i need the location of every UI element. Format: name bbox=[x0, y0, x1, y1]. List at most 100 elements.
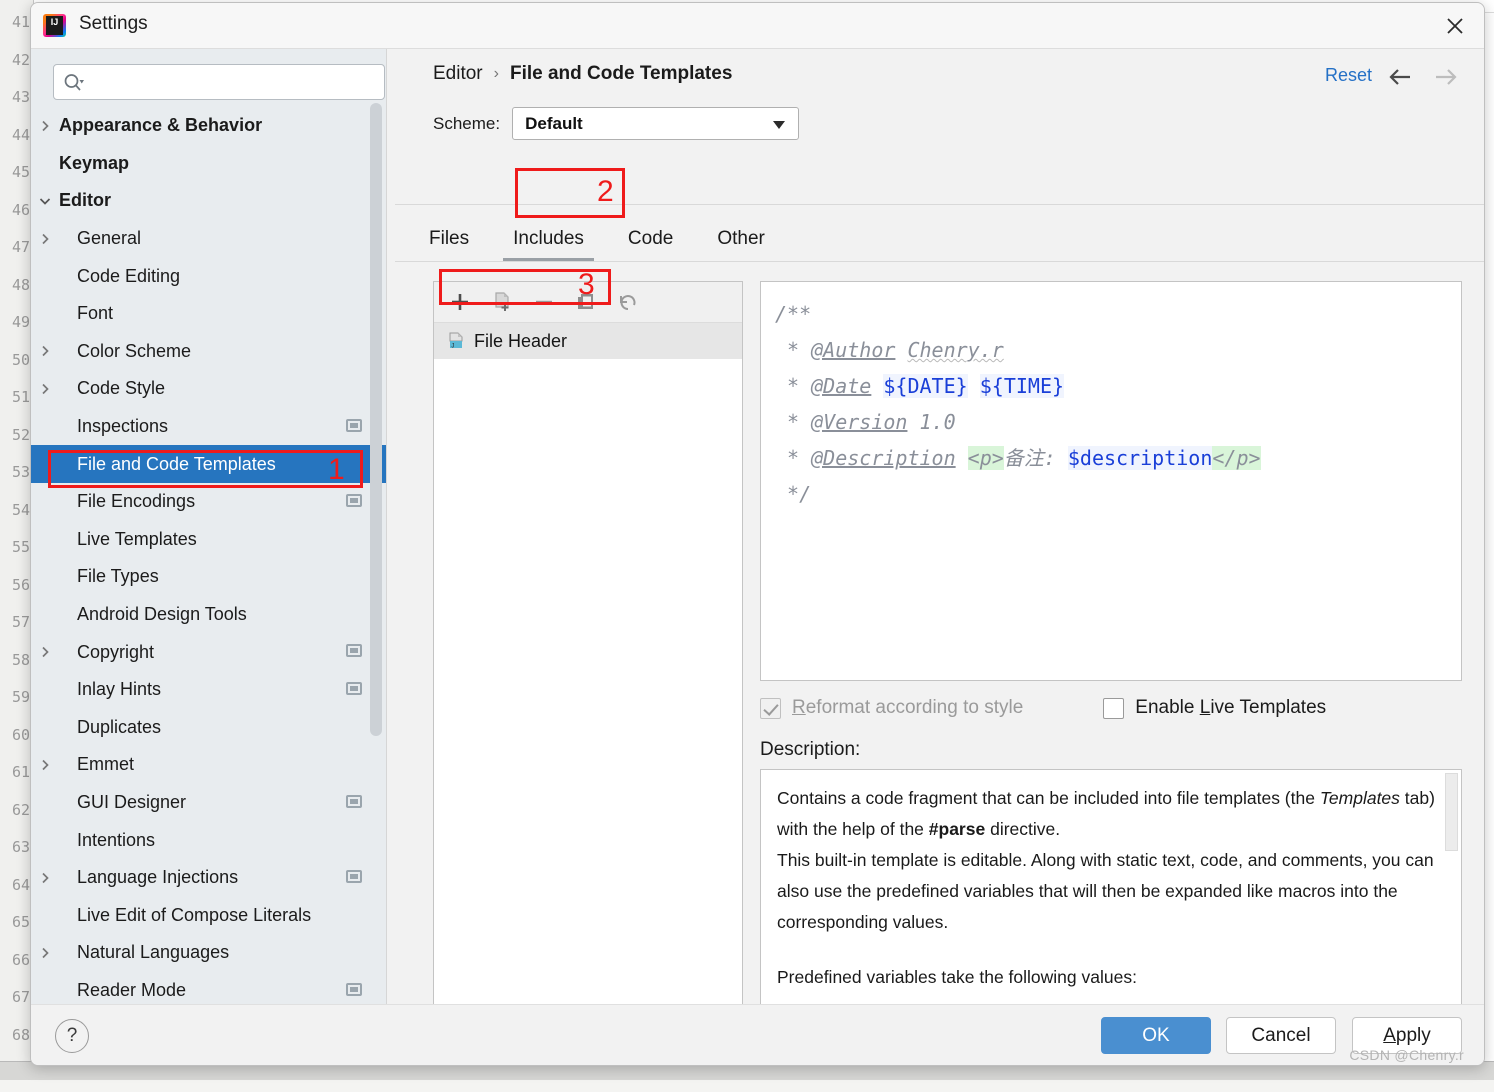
chevron-right-icon bbox=[37, 870, 53, 886]
scheme-select[interactable]: Default bbox=[512, 107, 799, 140]
sidebar-item-file-and-code-templates[interactable]: File and Code Templates bbox=[31, 445, 386, 483]
sidebar-item-natural-languages[interactable]: Natural Languages bbox=[31, 934, 386, 972]
backdrop-line-number: 66 bbox=[0, 942, 33, 980]
backdrop-line-number: 63 bbox=[0, 829, 33, 867]
sidebar-item-code-style[interactable]: Code Style bbox=[31, 370, 386, 408]
sidebar-item-copyright[interactable]: Copyright bbox=[31, 633, 386, 671]
sidebar-item-editor[interactable]: Editor bbox=[31, 182, 386, 220]
template-list[interactable]: JFile Header bbox=[434, 323, 742, 359]
backdrop-line-number: 49 bbox=[0, 304, 33, 342]
arrow-left-icon[interactable] bbox=[1388, 67, 1414, 91]
project-scope-icon bbox=[346, 795, 362, 808]
sidebar-item-label: Live Templates bbox=[55, 529, 197, 550]
tab-includes[interactable]: Includes bbox=[491, 216, 606, 262]
close-icon[interactable] bbox=[1440, 11, 1470, 41]
tab-files[interactable]: Files bbox=[407, 216, 491, 262]
checkbox-box bbox=[1103, 698, 1124, 719]
help-button[interactable]: ? bbox=[55, 1019, 89, 1053]
code-token: 1.0 bbox=[907, 410, 955, 434]
sidebar-item-file-types[interactable]: File Types bbox=[31, 558, 386, 596]
project-scope-icon bbox=[346, 419, 362, 432]
project-scope-icon bbox=[346, 870, 362, 883]
sidebar-item-label: General bbox=[55, 228, 141, 249]
sidebar-item-label: Editor bbox=[55, 190, 111, 211]
reformat-checkbox[interactable]: Reformat according to style bbox=[760, 697, 1023, 719]
sidebar-item-reader-mode[interactable]: Reader Mode bbox=[31, 972, 386, 1007]
code-token: 备注: bbox=[1004, 446, 1068, 470]
code-token: @Description bbox=[811, 446, 956, 470]
template-code-editor[interactable]: /** * @Author Chenry.r * @Date ${DATE} $… bbox=[760, 281, 1462, 681]
sidebar-item-inspections[interactable]: Inspections bbox=[31, 408, 386, 446]
code-token: * bbox=[775, 374, 811, 398]
sidebar-item-file-encodings[interactable]: File Encodings bbox=[31, 483, 386, 521]
search-icon bbox=[63, 73, 85, 98]
sidebar-item-live-templates[interactable]: Live Templates bbox=[31, 521, 386, 559]
sidebar-item-inlay-hints[interactable]: Inlay Hints bbox=[31, 671, 386, 709]
settings-tree[interactable]: Appearance & Behavior Keymap Editor General… bbox=[31, 107, 386, 1007]
sidebar-item-color-scheme[interactable]: Color Scheme bbox=[31, 333, 386, 371]
live-templates-label-rest: ive Templates bbox=[1210, 697, 1326, 718]
enable-live-templates-checkbox[interactable]: Enable Live Templates bbox=[1103, 697, 1326, 719]
code-token: ${DATE} bbox=[883, 374, 967, 398]
sidebar-item-keymap[interactable]: Keymap bbox=[31, 145, 386, 183]
backdrop-line-number: 45 bbox=[0, 154, 33, 192]
reset-link[interactable]: Reset bbox=[1325, 65, 1372, 86]
description-paragraph-2: This built-in template is editable. Alon… bbox=[777, 845, 1439, 938]
live-templates-label-prefix: Enable bbox=[1135, 697, 1199, 718]
duplicate-icon[interactable] bbox=[574, 290, 598, 314]
reset-icon[interactable] bbox=[616, 290, 640, 314]
svg-text:J: J bbox=[451, 343, 455, 350]
sidebar-item-emmet[interactable]: Emmet bbox=[31, 746, 386, 784]
sidebar-item-android-design-tools[interactable]: Android Design Tools bbox=[31, 596, 386, 634]
sidebar-item-label: Language Injections bbox=[55, 867, 238, 888]
sidebar-item-gui-designer[interactable]: GUI Designer bbox=[31, 784, 386, 822]
backdrop-line-number: 53 bbox=[0, 454, 33, 492]
tab-other[interactable]: Other bbox=[695, 216, 787, 262]
sidebar-item-label: Color Scheme bbox=[55, 341, 191, 362]
description-scrollbar[interactable] bbox=[1445, 773, 1458, 851]
sidebar-item-intentions[interactable]: Intentions bbox=[31, 821, 386, 859]
template-category-tabs[interactable]: FilesIncludesCodeOther bbox=[407, 214, 787, 262]
template-list-panel: JFile Header bbox=[433, 281, 743, 1029]
sidebar-item-appearance-behavior[interactable]: Appearance & Behavior bbox=[31, 107, 386, 145]
code-token: */ bbox=[775, 482, 811, 506]
backdrop-line-number: 65 bbox=[0, 904, 33, 942]
add-icon[interactable] bbox=[448, 290, 472, 314]
chevron-down-icon bbox=[37, 193, 53, 209]
sidebar-item-font[interactable]: Font bbox=[31, 295, 386, 333]
breadcrumb-root[interactable]: Editor bbox=[433, 63, 483, 85]
sidebar-item-language-injections[interactable]: Language Injections bbox=[31, 859, 386, 897]
sidebar-item-duplicates[interactable]: Duplicates bbox=[31, 709, 386, 747]
code-token bbox=[968, 374, 980, 398]
sidebar-scrollbar[interactable] bbox=[370, 103, 382, 736]
sidebar-item-code-editing[interactable]: Code Editing bbox=[31, 257, 386, 295]
scheme-label: Scheme: bbox=[433, 114, 500, 134]
desc-p1-bold: #parse bbox=[929, 819, 985, 839]
arrow-right-icon[interactable] bbox=[1432, 67, 1458, 91]
code-token: /** bbox=[775, 302, 811, 326]
code-token: </p> bbox=[1212, 446, 1260, 470]
description-paragraph-3: Predefined variables take the following … bbox=[777, 962, 1439, 993]
search-input[interactable] bbox=[94, 65, 378, 101]
chevron-right-icon bbox=[37, 757, 53, 773]
backdrop-line-number: 61 bbox=[0, 754, 33, 792]
code-token bbox=[871, 374, 883, 398]
search-box[interactable] bbox=[53, 64, 385, 100]
chevron-right-icon bbox=[37, 231, 53, 247]
sidebar-item-label: Appearance & Behavior bbox=[55, 115, 262, 136]
sidebar-item-live-edit-of-compose-literals[interactable]: Live Edit of Compose Literals bbox=[31, 896, 386, 934]
template-list-item[interactable]: JFile Header bbox=[434, 323, 742, 359]
code-line: */ bbox=[775, 476, 1447, 512]
copy-file-icon[interactable] bbox=[490, 290, 514, 314]
code-token: @Author bbox=[811, 338, 895, 362]
remove-icon[interactable] bbox=[532, 290, 556, 314]
sidebar-item-label: File and Code Templates bbox=[55, 454, 276, 475]
ok-button[interactable]: OK bbox=[1101, 1017, 1211, 1054]
sidebar-item-general[interactable]: General bbox=[31, 220, 386, 258]
sidebar-item-label: Keymap bbox=[55, 153, 129, 174]
cancel-button[interactable]: Cancel bbox=[1226, 1017, 1336, 1054]
backdrop-line-number: 55 bbox=[0, 529, 33, 567]
backdrop-line-number: 67 bbox=[0, 979, 33, 1017]
sidebar-item-label: Code Style bbox=[55, 378, 165, 399]
tab-code[interactable]: Code bbox=[606, 216, 695, 262]
